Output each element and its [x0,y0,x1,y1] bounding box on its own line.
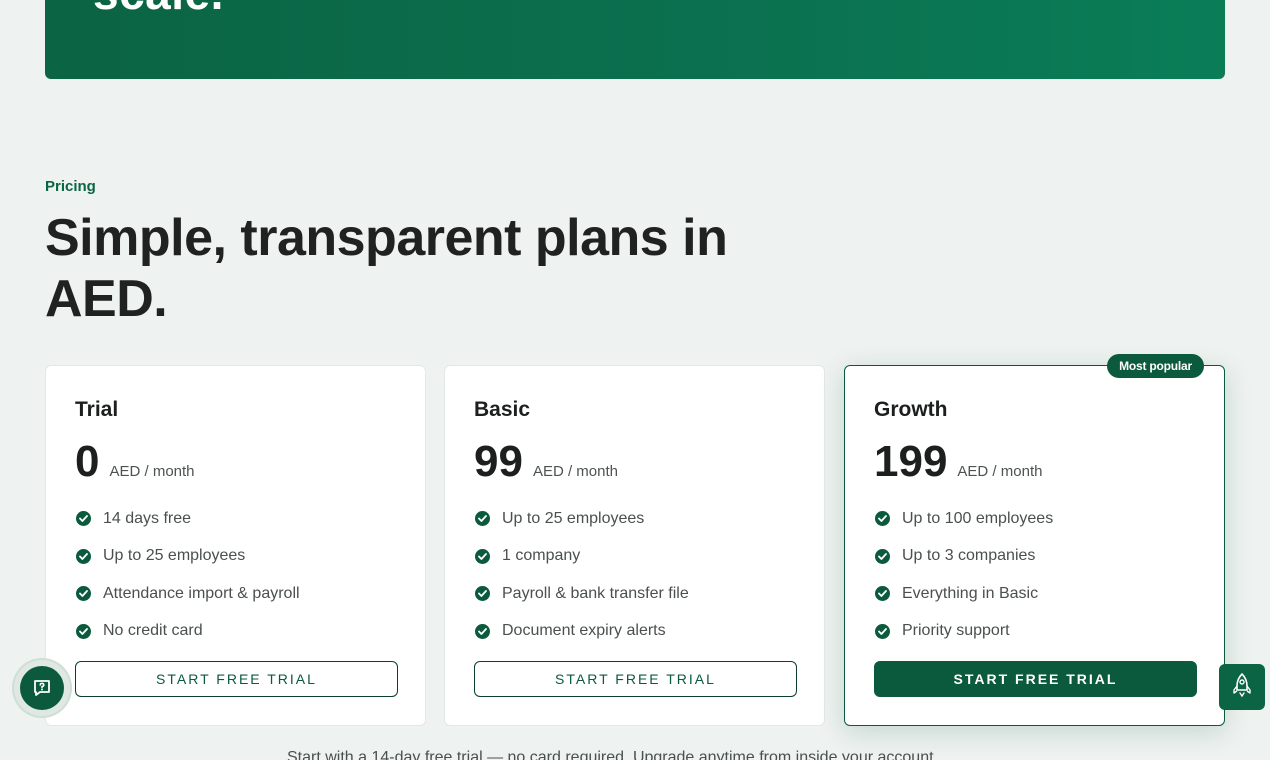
feature-item: Up to 100 employees [875,500,1053,538]
feature-item: 1 company [475,538,689,576]
price-unit: AED / month [532,463,618,480]
price-amount: 199 [874,437,948,486]
price-amount: 99 [474,437,523,486]
pricing-footer-note: Start with a 14-day free trial — no card… [287,749,938,760]
check-icon [76,548,91,564]
plan-card-trial: Trial 0 AED / month 14 days free Up to 2… [45,365,426,726]
price-unit: AED / month [957,463,1043,480]
feature-text: Priority support [902,622,1010,640]
most-popular-badge: Most popular [1107,354,1204,378]
price-unit: AED / month [109,463,195,480]
feature-text: No credit card [103,622,203,640]
start-free-trial-button[interactable]: START FREE TRIAL [474,661,797,697]
check-icon [475,586,490,602]
feature-item: Up to 25 employees [475,500,689,538]
plan-name: Trial [75,398,119,421]
feature-item: 14 days free [76,500,300,538]
feature-text: Attendance import & payroll [103,584,300,602]
feature-text: Document expiry alerts [502,622,666,640]
rocket-button[interactable] [1219,664,1265,710]
feature-text: Payroll & bank transfer file [502,584,689,602]
plan-price: 0 AED / month [75,438,195,486]
feature-text: 1 company [502,547,581,565]
check-icon [475,511,490,527]
feature-item: No credit card [76,613,300,651]
feature-text: Everything in Basic [902,584,1039,602]
feature-text: Up to 3 companies [902,547,1036,565]
chat-help-icon [20,666,64,710]
check-icon [875,548,890,564]
start-free-trial-button[interactable]: START FREE TRIAL [75,661,398,697]
feature-text: Up to 25 employees [502,509,645,527]
hero-text: scale. [93,0,224,20]
check-icon [76,511,91,527]
check-icon [875,623,890,639]
check-icon [875,511,890,527]
feature-list: Up to 25 employees 1 company Payroll & b… [475,500,689,650]
plan-card-basic: Basic 99 AED / month Up to 25 employees … [444,365,825,726]
feature-list: 14 days free Up to 25 employees Attendan… [76,500,300,650]
feature-item: Everything in Basic [875,575,1053,613]
hero-banner: scale. [45,0,1225,79]
feature-item: Attendance import & payroll [76,575,300,613]
rocket-icon [1230,672,1254,703]
chat-help-button[interactable] [14,660,70,716]
plan-price: 199 AED / month [874,438,1042,486]
feature-item: Up to 25 employees [76,538,300,576]
check-icon [76,623,91,639]
pricing-headline: Simple, transparent plans in AED. [45,209,728,328]
check-icon [875,586,890,602]
feature-text: 14 days free [103,509,192,527]
plan-name: Growth [874,398,948,421]
feature-item: Priority support [875,613,1053,651]
plan-price: 99 AED / month [474,438,618,486]
feature-list: Up to 100 employees Up to 3 companies Ev… [875,500,1053,650]
plan-card-growth: Most popular Growth 199 AED / month Up t… [844,354,1225,726]
check-icon [475,548,490,564]
price-amount: 0 [75,437,100,486]
check-icon [76,586,91,602]
pricing-eyebrow: Pricing [45,178,96,195]
plan-name: Basic [474,398,531,421]
check-icon [475,623,490,639]
start-free-trial-button[interactable]: START FREE TRIAL [874,661,1197,697]
feature-text: Up to 100 employees [902,509,1054,527]
feature-item: Payroll & bank transfer file [475,575,689,613]
feature-item: Up to 3 companies [875,538,1053,576]
feature-text: Up to 25 employees [103,547,246,565]
feature-item: Document expiry alerts [475,613,689,651]
